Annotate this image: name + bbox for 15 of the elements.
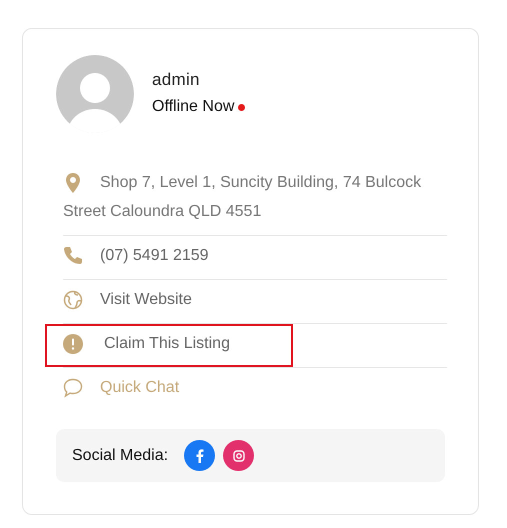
phone-icon [63,246,83,266]
social-media-label: Social Media: [72,446,168,464]
facebook-icon[interactable] [184,440,216,471]
status-text: Offline Now [152,98,234,116]
contact-link[interactable]: Claim This Listing [104,329,230,358]
user-name: admin [152,70,201,90]
phone-number: (07) 5491 2159 [100,246,209,266]
location-pin-icon [66,173,80,193]
exclamation-icon [63,334,83,354]
speech-bubble-icon [63,378,83,398]
address-line: Shop 7, Level 1, Suncity Building, 74 Bulcock [100,173,422,193]
address-line: Street Caloundra QLD 4551 [63,202,262,222]
instagram-icon[interactable] [223,440,254,471]
globe-icon [63,290,83,310]
contact-link[interactable]: Visit Website [100,285,192,314]
